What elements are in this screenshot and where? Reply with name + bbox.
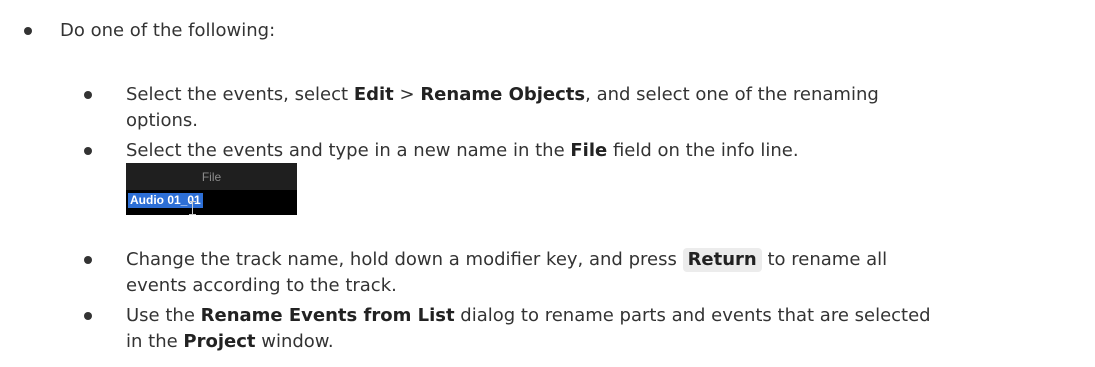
list-item-text: , and select one of the renaming [585,84,879,105]
menu-item-rename-objects: Rename Objects [420,84,586,105]
list-item-text: window. [255,331,334,352]
list-item-text: Select the events, select [126,84,354,105]
document-page: Do one of the following: Select the even… [0,0,1095,367]
bullet-marker [84,256,92,264]
list-item-text: in the [126,331,184,352]
info-line-screenshot: File Audio 01_01 [126,163,297,215]
list-item-text: Select the events and type in a new name… [126,140,571,161]
list-item-continuation: in the Project window. [126,330,334,354]
list-item-continuation: options. [126,110,199,131]
intro-text: Do one of the following: [60,20,276,41]
window-name-project: Project [183,331,256,352]
list-item: Use the Rename Events from List dialog t… [126,304,931,328]
dialog-name-rename-events: Rename Events from List [200,305,455,326]
list-item-text: field on the info line. [607,140,799,161]
file-column-header: File [126,163,297,190]
list-item: Select the events and type in a new name… [126,139,799,163]
list-item-text: Use the [126,305,201,326]
bullet-marker [84,312,92,320]
list-item-text: Change the track name, hold down a modif… [126,249,683,270]
bullet-marker [24,27,32,35]
list-item: Select the events, select Edit > Rename … [126,83,879,107]
menu-name-edit: Edit [353,84,394,105]
list-item-continuation: events according to the track. [126,275,397,296]
return-key: Return [682,248,762,272]
list-item-text: dialog to rename parts and events that a… [454,305,931,326]
field-name-file: File [570,140,608,161]
list-item-text: > [393,84,421,105]
list-item: Change the track name, hold down a modif… [126,248,887,272]
bullet-marker [84,91,92,99]
bullet-marker [84,147,92,155]
list-item-text: to rename all [761,249,888,270]
text-cursor-icon [189,201,196,215]
